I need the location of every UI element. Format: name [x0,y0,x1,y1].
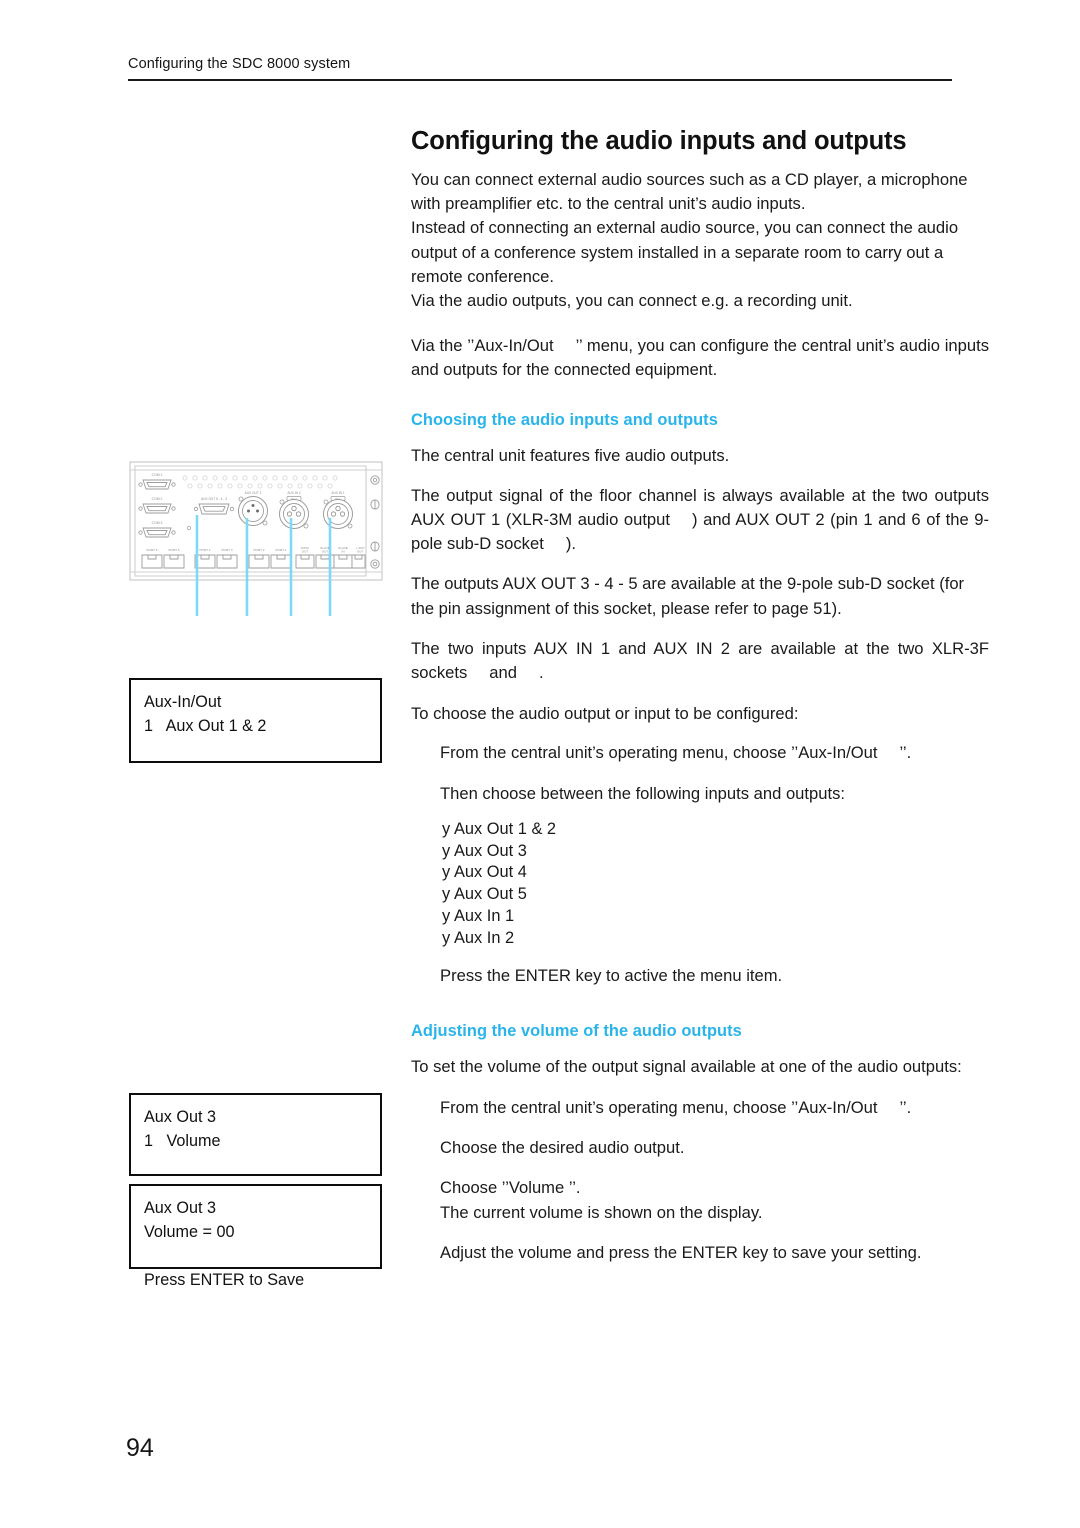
list-item[interactable]: y Aux Out 3 [442,841,989,863]
page-number: 94 [126,1434,154,1462]
volume-paragraph-1: To set the volume of the output signal a… [411,1056,962,1076]
choosing-step-1-suffix: ’’. [899,743,912,763]
svg-text:OUT: OUT [322,550,329,554]
choosing-paragraph-2: The output signal of the floor channel i… [411,484,989,557]
aux-out-ref-c: ). [565,534,576,554]
volume-step-2: Choose the desired audio output. [440,1138,685,1158]
intro-line-2: with preamplifier etc. to the central un… [411,194,806,214]
aux-menu-ref-prefix: Via the ’’Aux-In/Out [411,336,554,356]
svg-text:COM 1: COM 1 [152,473,163,477]
header-divider [128,79,952,82]
lcd-line-1: Aux-In/Out [144,693,222,711]
running-header-text: Configuring the SDC 8000 system [128,56,351,72]
section-heading-choosing: Choosing the audio inputs and outputs [411,410,718,429]
choosing-paragraph-5: To choose the audio output or input to b… [411,704,799,724]
choosing-paragraph-3: The outputs AUX OUT 3 - 4 - 5 are availa… [411,574,965,618]
svg-text:COM 3: COM 3 [152,521,163,525]
option-label: Aux In 2 [454,928,515,947]
list-item[interactable]: y Aux Out 5 [442,884,989,906]
section-heading-volume: Adjusting the volume of the audio output… [411,1021,742,1040]
lcd-display-aux-out-3-volume: Aux Out 3 1 Volume [129,1093,382,1176]
bullet-icon: y [442,863,451,882]
list-item[interactable]: y Aux Out 1 & 2 [442,819,989,841]
choosing-step-2: Then choose between the following inputs… [440,783,845,803]
intro-line-4: output of a conference system installed … [411,242,944,262]
svg-text:OUT: OUT [302,550,309,554]
lcd-line-3 [144,1244,367,1268]
audio-io-option-list: y Aux Out 1 & 2 y Aux Out 3 y Aux Out 4 y Au… [442,819,989,950]
list-item[interactable]: y Aux In 2 [442,928,989,950]
list-item[interactable]: y Aux Out 4 [442,862,989,884]
bullet-icon: y [442,907,451,926]
manual-page: Configuring the SDC 8000 system Configur… [0,0,1080,1528]
svg-text:OUT: OUT [357,550,364,554]
svg-text:IN: IN [341,550,344,554]
lcd-line-1: Aux Out 3 [144,1199,216,1217]
svg-text:AUX IN 2: AUX IN 2 [287,491,301,495]
choosing-paragraph-1: The central unit features five audio out… [411,445,730,465]
lcd-display-aux-out-3-save: Aux Out 3 Volume = 00 Press ENTER to Sav… [129,1184,382,1289]
bullet-icon: y [442,819,451,838]
volume-step-1: From the central unit’s operating menu, … [440,1096,989,1120]
intro-paragraph-1: You can connect external audio sources s… [411,168,989,313]
aux-in-ref-b: and [489,663,517,683]
svg-text:PORT 1: PORT 1 [275,548,286,552]
choosing-paragraph-4: The two inputs AUX IN 1 and AUX IN 2 are… [411,637,989,685]
option-label: Aux Out 5 [454,885,527,904]
svg-text:PORT 5: PORT 5 [168,548,179,552]
svg-text:AUX OUT 5 - 4 - 3: AUX OUT 5 - 4 - 3 [201,497,227,501]
volume-step-1-prefix: From the central unit’s operating menu, … [440,1098,878,1118]
volume-step-3: Choose ’’Volume ’’. The current volume i… [440,1176,989,1224]
lcd-line-1: Aux Out 3 [144,1108,216,1126]
option-label: Aux Out 4 [454,863,527,882]
intro-line-5: remote conference. [411,266,554,286]
choosing-step-1: From the central unit’s operating menu, … [440,741,989,765]
intro-line-6: Via the audio outputs, you can connect e… [411,291,853,311]
choosing-step-3: Press the ENTER key to active the menu i… [440,965,783,985]
lcd-line-2: 1 Volume [144,1132,221,1150]
lcd-display-aux-in-out: Aux-In/Out 1 Aux Out 1 & 2 [129,678,382,763]
lcd-line-4: Press ENTER to Save [144,1271,305,1289]
aux-in-ref-c: . [538,663,544,683]
svg-text:PORT 3: PORT 3 [221,548,232,552]
option-label: Aux Out 3 [454,841,527,860]
lcd-line-2: 1 Aux Out 1 & 2 [144,717,267,735]
option-label: Aux Out 1 & 2 [454,819,557,838]
body-column: You can connect external audio sources s… [411,168,989,1265]
running-header: Configuring the SDC 8000 system [128,56,952,82]
choosing-step-1-prefix: From the central unit’s operating menu, … [440,743,878,763]
volume-step-3-line-2: The current volume is shown on the displ… [440,1202,763,1222]
intro-line-1: You can connect external audio sources s… [411,170,968,189]
volume-step-1-suffix: ’’. [899,1098,912,1118]
lcd-line-2: Volume = 00 [144,1223,235,1241]
option-label: Aux In 1 [454,907,515,926]
svg-text:PORT 6: PORT 6 [146,548,157,552]
svg-text:AUX OUT 1: AUX OUT 1 [245,491,262,495]
volume-step-3-line-1: Choose ’’Volume ’’. [440,1178,581,1198]
intro-line-3: Instead of connecting an external audio … [411,218,959,238]
intro-paragraph-2: Via the ’’Aux-In/Out’’ menu, you can con… [411,334,989,382]
volume-step-4: Adjust the volume and press the ENTER ke… [440,1242,922,1262]
svg-text:COM 2: COM 2 [152,497,163,501]
bullet-icon: y [442,928,451,947]
bullet-icon: y [442,885,451,904]
bullet-icon: y [442,841,451,860]
svg-text:PORT 4: PORT 4 [199,548,210,552]
rear-panel-figure: COM 1 COM 2 COM 3 AUX OUT 5 - 4 - 3 AUX … [129,458,383,618]
page-title: Configuring the audio inputs and outputs [411,127,907,156]
list-item[interactable]: y Aux In 1 [442,906,989,928]
svg-text:PORT 2: PORT 2 [253,548,264,552]
svg-text:AUX IN 1: AUX IN 1 [331,491,345,495]
